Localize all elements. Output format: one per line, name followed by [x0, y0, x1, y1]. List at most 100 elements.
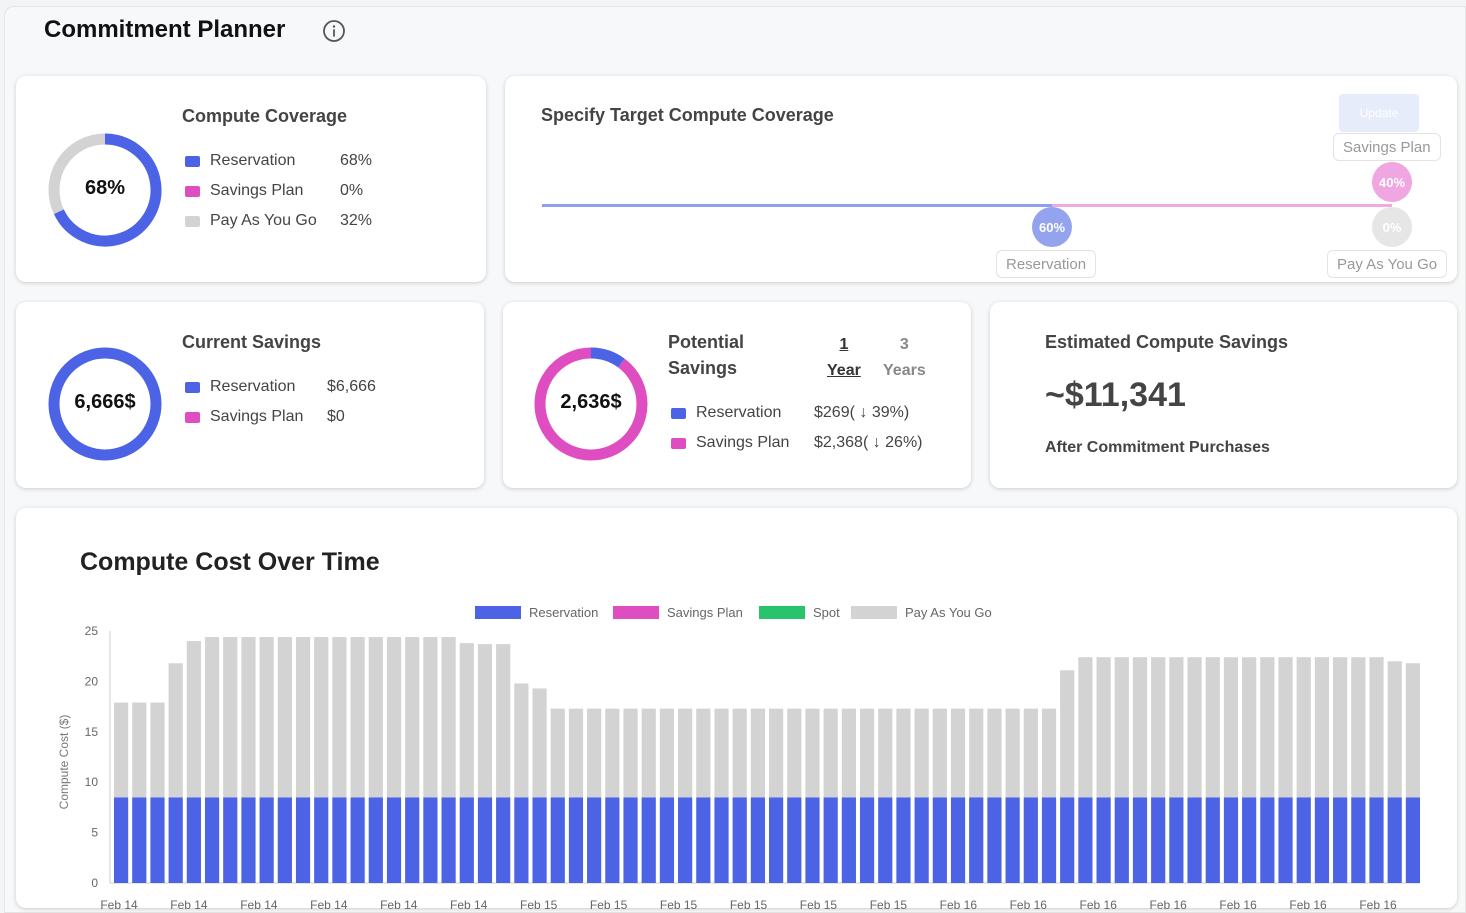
reservation-bar — [477, 797, 493, 883]
reservation-bar — [1205, 797, 1220, 883]
reservation-bar — [277, 797, 292, 883]
pay-as-you-go-bar — [805, 708, 820, 798]
pay-as-you-go-bar — [841, 708, 856, 798]
pay-as-you-go-bar — [859, 708, 875, 798]
pay-as-you-go-bar — [1023, 708, 1038, 798]
pay-as-you-go-bar — [1205, 657, 1220, 798]
reservation-bar — [1132, 797, 1148, 883]
reservation-bar — [1060, 797, 1075, 883]
x-tick-label: Feb 15 — [590, 898, 628, 912]
pay-as-you-go-bar — [732, 708, 747, 798]
x-tick-label: Feb 15 — [730, 898, 768, 912]
pay-as-you-go-bar — [987, 708, 1002, 798]
reservation-bar — [132, 797, 147, 883]
reservation-bar — [1314, 797, 1330, 883]
y-tick-label: 25 — [85, 624, 99, 638]
reservation-bar — [1296, 797, 1311, 883]
reservation-bar — [459, 797, 474, 883]
pay-as-you-go-bar — [132, 702, 147, 798]
reservation-bar — [896, 797, 911, 883]
pay-as-you-go-bar — [1169, 657, 1184, 798]
reservation-bar — [332, 797, 347, 883]
pay-as-you-go-bar — [1260, 657, 1275, 798]
pay-as-you-go-bar — [1242, 657, 1257, 798]
pay-as-you-go-bar — [441, 637, 456, 798]
reservation-bar — [878, 797, 893, 883]
x-tick-label: Feb 16 — [1359, 898, 1397, 912]
pay-as-you-go-bar — [787, 708, 802, 798]
reservation-bar — [750, 797, 765, 883]
pay-as-you-go-bar — [587, 708, 602, 798]
x-tick-label: Feb 15 — [870, 898, 908, 912]
y-tick-label: 15 — [85, 725, 99, 739]
x-tick-label: Feb 14 — [170, 898, 208, 912]
pay-as-you-go-bar — [1041, 708, 1057, 798]
reservation-bar — [732, 797, 747, 883]
reservation-bar — [641, 797, 656, 883]
pay-as-you-go-bar — [459, 643, 474, 798]
pay-as-you-go-bar — [623, 708, 638, 798]
x-tick-label: Feb 14 — [380, 898, 418, 912]
pay-as-you-go-bar — [1078, 657, 1093, 798]
x-tick-label: Feb 16 — [1289, 898, 1327, 912]
pay-as-you-go-bar — [659, 708, 675, 798]
x-tick-label: Feb 16 — [1219, 898, 1257, 912]
reservation-bar — [441, 797, 456, 883]
pay-as-you-go-bar — [368, 637, 383, 798]
pay-as-you-go-bar — [750, 708, 765, 798]
reservation-bar — [423, 797, 438, 883]
reservation-bar — [623, 797, 638, 883]
x-tick-label: Feb 15 — [520, 898, 558, 912]
pay-as-you-go-bar — [405, 637, 420, 798]
pay-as-you-go-bar — [1132, 657, 1148, 798]
x-tick-label: Feb 15 — [660, 898, 698, 912]
reservation-bar — [1187, 797, 1202, 883]
reservation-bar — [587, 797, 602, 883]
pay-as-you-go-bar — [568, 708, 584, 798]
pay-as-you-go-bar — [1351, 657, 1366, 798]
reservation-bar — [514, 797, 529, 883]
pay-as-you-go-bar — [332, 637, 347, 798]
reservation-bar — [1078, 797, 1093, 883]
reservation-bar — [241, 797, 256, 883]
pay-as-you-go-bar — [678, 708, 693, 798]
pay-as-you-go-bar — [769, 708, 784, 798]
reservation-bar — [1096, 797, 1111, 883]
pay-as-you-go-bar — [277, 637, 292, 798]
pay-as-you-go-bar — [1114, 657, 1129, 798]
reservation-bar — [314, 797, 329, 883]
reservation-bar — [368, 797, 383, 883]
x-tick-label: Feb 14 — [310, 898, 348, 912]
reservation-bar — [678, 797, 693, 883]
pay-as-you-go-bar — [1151, 657, 1166, 798]
pay-as-you-go-bar — [1296, 657, 1311, 798]
pay-as-you-go-bar — [477, 644, 493, 798]
pay-as-you-go-bar — [150, 702, 165, 798]
pay-as-you-go-bar — [241, 637, 256, 798]
reservation-bar — [987, 797, 1002, 883]
reservation-bar — [914, 797, 929, 883]
reservation-bar — [659, 797, 675, 883]
pay-as-you-go-bar — [350, 637, 365, 798]
reservation-bar — [496, 797, 511, 883]
pay-as-you-go-bar — [696, 708, 711, 798]
y-tick-label: 5 — [91, 826, 98, 840]
x-tick-label: Feb 14 — [450, 898, 488, 912]
x-tick-label: Feb 16 — [1149, 898, 1187, 912]
pay-as-you-go-bar — [1405, 663, 1420, 798]
reservation-bar — [1005, 797, 1020, 883]
pay-as-you-go-bar — [1333, 657, 1348, 798]
pay-as-you-go-bar — [641, 708, 656, 798]
x-tick-label: Feb 16 — [940, 898, 978, 912]
x-tick-label: Feb 14 — [240, 898, 278, 912]
pay-as-you-go-bar — [914, 708, 929, 798]
pay-as-you-go-bar — [1060, 670, 1075, 798]
pay-as-you-go-bar — [878, 708, 893, 798]
pay-as-you-go-bar — [204, 637, 220, 798]
pay-as-you-go-bar — [1005, 708, 1020, 798]
pay-as-you-go-bar — [496, 644, 511, 798]
reservation-bar — [1387, 797, 1402, 883]
pay-as-you-go-bar — [423, 637, 438, 798]
reservation-bar — [1242, 797, 1257, 883]
reservation-bar — [1023, 797, 1038, 883]
